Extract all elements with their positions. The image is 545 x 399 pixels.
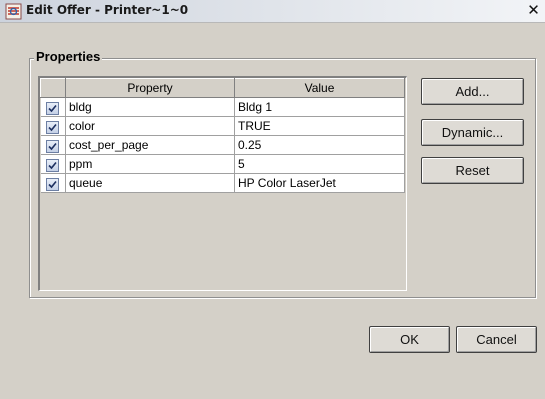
row-checkbox-cell [40,173,66,193]
property-value-cell[interactable]: 0.25 [234,135,405,155]
checked-checkbox-icon[interactable] [46,139,60,153]
dynamic-button[interactable]: Dynamic... [421,119,524,146]
checked-checkbox-icon[interactable] [46,120,60,134]
row-checkbox-cell [40,135,66,155]
add-button[interactable]: Add... [421,78,524,105]
property-name-cell[interactable]: color [65,116,235,136]
app-icon [5,3,22,20]
title-bar[interactable]: Edit Offer - Printer~1~0 ✕ [0,0,545,23]
table-row[interactable]: color TRUE [40,116,405,136]
property-name-cell[interactable]: queue [65,173,235,193]
column-header-enabled[interactable] [40,78,66,98]
reset-button[interactable]: Reset [421,157,524,184]
close-icon[interactable]: ✕ [525,2,542,19]
property-name-cell[interactable]: bldg [65,97,235,117]
table-header-row: Property Value [40,78,405,98]
table-row[interactable]: bldg Bldg 1 [40,97,405,117]
property-name-cell[interactable]: cost_per_page [65,135,235,155]
window-title: Edit Offer - Printer~1~0 [26,3,189,17]
cancel-button[interactable]: Cancel [456,326,537,353]
column-header-value[interactable]: Value [234,78,405,98]
property-value-cell[interactable]: 5 [234,154,405,174]
checked-checkbox-icon[interactable] [46,158,60,172]
property-value-cell[interactable]: TRUE [234,116,405,136]
property-value-cell[interactable]: Bldg 1 [234,97,405,117]
checked-checkbox-icon[interactable] [46,101,60,115]
table-row[interactable]: cost_per_page 0.25 [40,135,405,155]
row-checkbox-cell [40,116,66,136]
edit-offer-dialog: Edit Offer - Printer~1~0 ✕ Properties Pr… [0,0,545,399]
ok-button[interactable]: OK [369,326,450,353]
checked-checkbox-icon[interactable] [46,177,60,191]
table-row[interactable]: queue HP Color LaserJet [40,173,405,193]
row-checkbox-cell [40,97,66,117]
row-checkbox-cell [40,154,66,174]
property-name-cell[interactable]: ppm [65,154,235,174]
table-row[interactable]: ppm 5 [40,154,405,174]
property-value-cell[interactable]: HP Color LaserJet [234,173,405,193]
properties-table-frame: Property Value bldg Bldg 1 color TRUE co… [38,76,407,291]
column-header-property[interactable]: Property [65,78,235,98]
properties-table: Property Value bldg Bldg 1 color TRUE co… [40,78,405,193]
properties-group-label: Properties [34,49,103,65]
